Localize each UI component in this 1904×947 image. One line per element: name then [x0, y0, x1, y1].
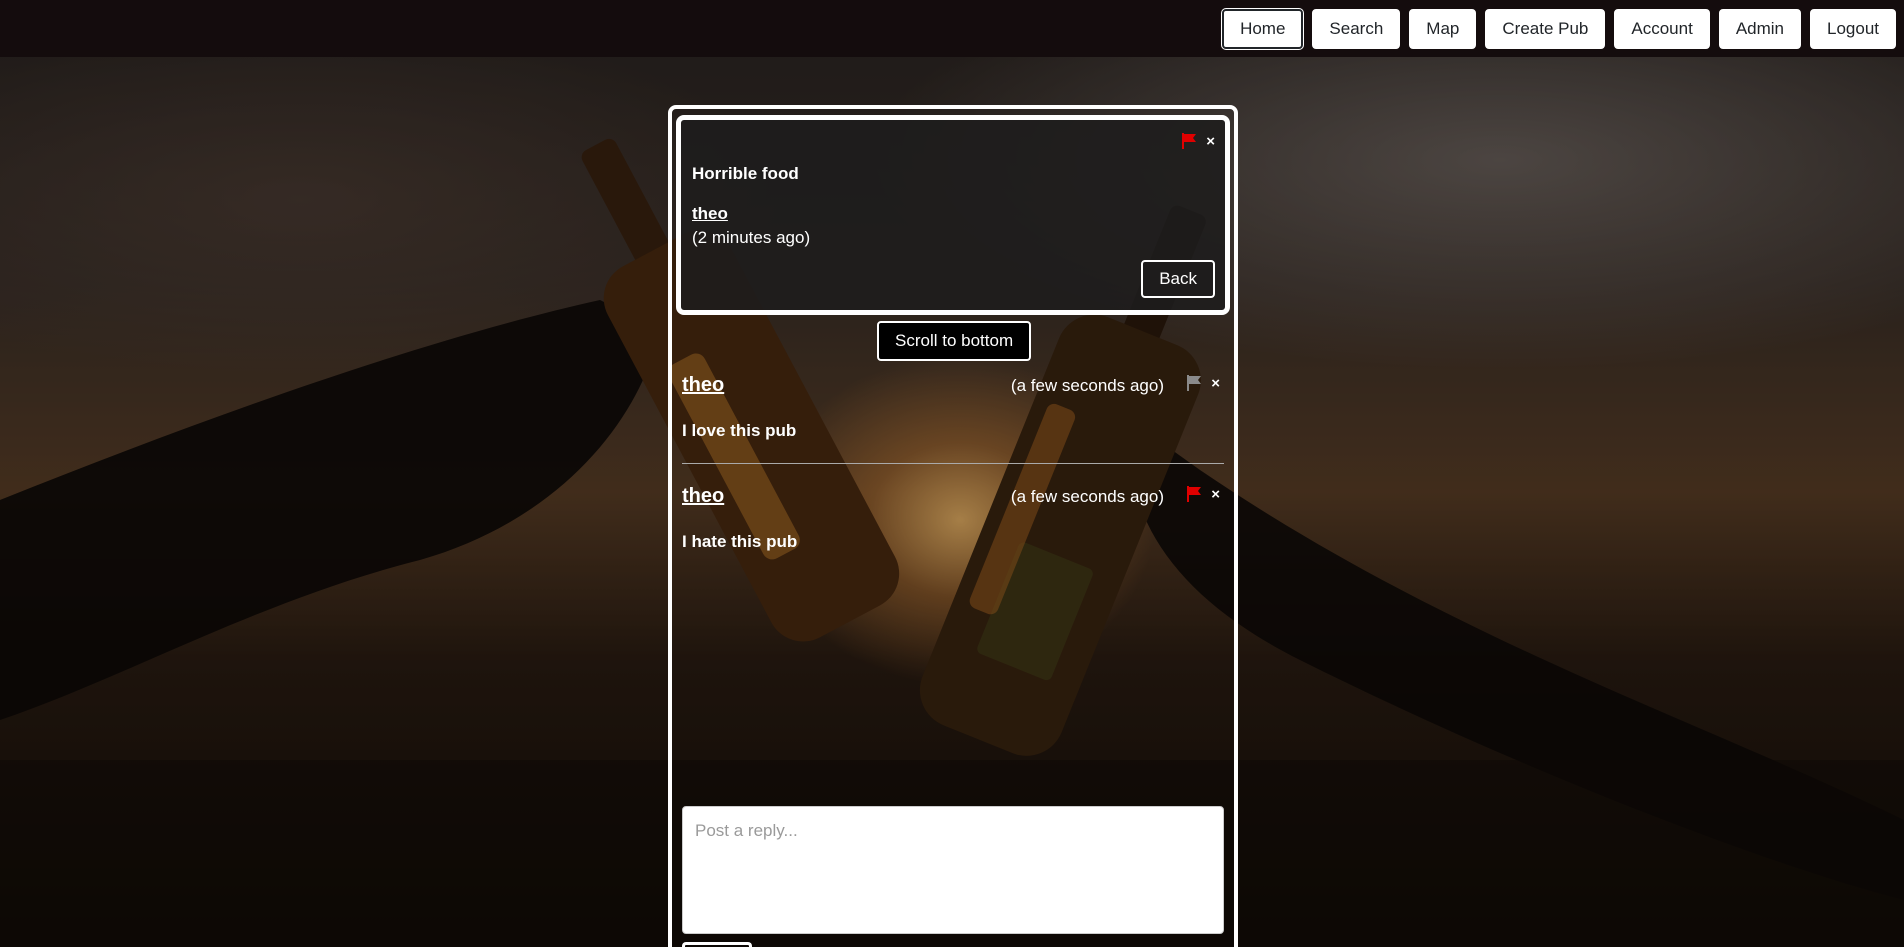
post-actions: ×	[1180, 132, 1215, 150]
flag-pole	[1187, 375, 1190, 391]
nav-home-button[interactable]: Home	[1222, 8, 1304, 49]
close-icon[interactable]: ×	[1206, 134, 1215, 149]
reply-timestamp: (a few seconds ago)	[1010, 376, 1164, 395]
post-title: Horrible food	[692, 164, 799, 183]
reply-divider	[682, 463, 1224, 464]
reply-textarea[interactable]	[682, 806, 1224, 934]
flag-icon[interactable]	[1185, 485, 1203, 503]
top-navbar: Home Search Map Create Pub Account Admin…	[0, 0, 1904, 57]
nav-logout-button[interactable]: Logout	[1810, 8, 1896, 49]
nav-search-button[interactable]: Search	[1312, 8, 1401, 49]
reply-body: I hate this pub	[682, 532, 798, 551]
scroll-to-bottom-button[interactable]: Scroll to bottom	[877, 321, 1032, 361]
reply-author-link[interactable]: theo	[682, 485, 724, 508]
thread-panel: × Horrible food theo (2 minutes ago) Bac…	[668, 105, 1238, 947]
flag-icon[interactable]	[1185, 374, 1203, 392]
close-icon[interactable]: ×	[1211, 487, 1220, 502]
flag-pole	[1187, 486, 1190, 502]
original-post-card: × Horrible food theo (2 minutes ago) Bac…	[676, 115, 1230, 315]
reply-actions: ×	[1185, 485, 1220, 503]
flag-pole	[1182, 133, 1185, 149]
reply-actions: ×	[1185, 374, 1220, 392]
submit-reply-button[interactable]	[682, 942, 752, 947]
reply-body: I love this pub	[682, 421, 797, 440]
nav-create-pub-button[interactable]: Create Pub	[1485, 8, 1606, 49]
flag-cloth	[1184, 134, 1197, 142]
nav-admin-button[interactable]: Admin	[1718, 8, 1801, 49]
close-icon[interactable]: ×	[1211, 376, 1220, 391]
post-timestamp: (2 minutes ago)	[692, 228, 811, 247]
reply-timestamp: (a few seconds ago)	[1010, 487, 1164, 506]
flag-icon[interactable]	[1180, 132, 1198, 150]
reply-author-link[interactable]: theo	[682, 374, 724, 397]
flag-cloth	[1189, 487, 1202, 495]
post-author-link[interactable]: theo	[692, 204, 728, 224]
back-button[interactable]: Back	[1141, 260, 1215, 298]
flag-cloth	[1189, 376, 1202, 384]
nav-account-button[interactable]: Account	[1614, 8, 1710, 49]
nav-map-button[interactable]: Map	[1409, 8, 1477, 49]
